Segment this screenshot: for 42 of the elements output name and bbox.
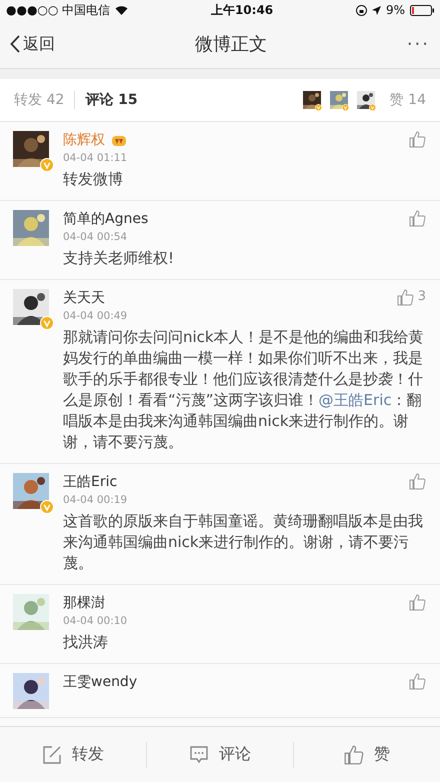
comment-text: 那就请问你去问问nick本人！是不是他的编曲和我给黄妈发行的单曲编曲一模一样！如果你们听不出来，我是歌手的乐手都很专业！他们应该很清楚什么是抄袭！什么是原创！看看“污蔑”这两字该归谁！@王皓Eric：翻唱版本是由我来沟通韩国编曲nick来进行制作的。谢谢，请不要污蔑。 (63, 327, 425, 453)
comment-text: 支持关老师维权! (63, 248, 176, 269)
mention-link[interactable]: @王皓Eric (318, 391, 392, 409)
battery-icon (410, 4, 434, 16)
battery-percent: 9% (386, 3, 405, 17)
comment-time: 04-04 00:19 (63, 494, 128, 506)
user-name[interactable]: 王雯wendy (63, 673, 138, 691)
user-name[interactable]: 关天天 (63, 289, 105, 307)
comment-button[interactable]: 评论 (147, 742, 294, 768)
thumbs-up-icon (409, 210, 426, 227)
thumbs-up-icon (409, 131, 426, 148)
like-button[interactable]: 赞 (294, 742, 440, 768)
comment-text: 这首歌的原版来自于韩国童谣。黄绮珊翻唱版本是由我来沟通韩国编曲nick来进行制作的。谢谢，请不要污蔑。 (63, 511, 424, 574)
comment-time: 04-04 01:11 (63, 152, 128, 164)
tab[interactable]: 评论 15 (85, 91, 148, 109)
thumbs-up-icon (409, 673, 426, 690)
user-name[interactable]: 简单的Agnes (63, 210, 148, 228)
wifi-icon (115, 5, 128, 15)
user-name[interactable]: 那棵澍 (63, 594, 105, 612)
thumbs-up-icon (344, 744, 364, 764)
comment-text: 转发微博 (63, 169, 124, 190)
edit-icon (42, 744, 62, 764)
comment-time: 04-04 00:49 (63, 310, 128, 322)
page-title: 微博正文 (194, 33, 267, 56)
repost-button[interactable]: 转发 (0, 742, 147, 768)
crown-icon (111, 133, 127, 147)
thumbs-up-icon (409, 594, 426, 611)
location-arrow-icon (372, 6, 381, 14)
thumbs-up-icon (396, 289, 414, 306)
chat-bubble-icon (189, 744, 209, 764)
comment-time: 04-04 00:54 (63, 231, 128, 243)
lock-icon (356, 4, 367, 16)
comment-text: 找洪涛 (63, 632, 109, 653)
thumbs-up-icon (409, 473, 426, 490)
back-button[interactable]: 返回 (10, 34, 55, 54)
clock-time: 上午10:46 (210, 2, 274, 18)
more-button[interactable]: ··· (406, 34, 430, 54)
chevron-left-icon (10, 35, 20, 53)
user-avatar[interactable] (13, 673, 49, 709)
user-name[interactable]: 王皓Eric (63, 473, 118, 491)
carrier-text: ●●●○○ 中国电信 (6, 2, 110, 18)
comment-time: 04-04 00:10 (63, 615, 128, 627)
